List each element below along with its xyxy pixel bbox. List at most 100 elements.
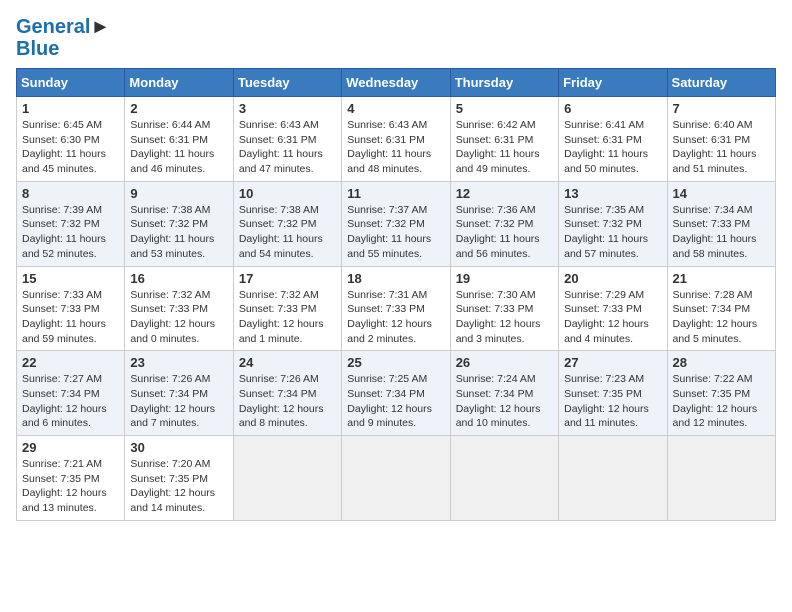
calendar-header-row: SundayMondayTuesdayWednesdayThursdayFrid… [17,69,776,97]
day-info: Sunrise: 7:38 AM Sunset: 7:32 PM Dayligh… [130,203,227,262]
day-number: 11 [347,186,444,201]
calendar-cell: 8 Sunrise: 7:39 AM Sunset: 7:32 PM Daylig… [17,181,125,266]
day-number: 29 [22,440,119,455]
day-number: 17 [239,271,336,286]
calendar-cell: 7 Sunrise: 6:40 AM Sunset: 6:31 PM Daylig… [667,97,775,182]
day-number: 18 [347,271,444,286]
day-number: 14 [673,186,770,201]
day-info: Sunrise: 7:21 AM Sunset: 7:35 PM Dayligh… [22,457,119,516]
calendar-week-row: 22 Sunrise: 7:27 AM Sunset: 7:34 PM Dayli… [17,351,776,436]
calendar-cell: 1 Sunrise: 6:45 AM Sunset: 6:30 PM Daylig… [17,97,125,182]
calendar-cell: 3 Sunrise: 6:43 AM Sunset: 6:31 PM Daylig… [233,97,341,182]
page-header: General► Blue [16,16,776,60]
day-info: Sunrise: 7:26 AM Sunset: 7:34 PM Dayligh… [130,372,227,431]
calendar-cell: 11 Sunrise: 7:37 AM Sunset: 7:32 PM Dayli… [342,181,450,266]
calendar-cell: 25 Sunrise: 7:25 AM Sunset: 7:34 PM Dayli… [342,351,450,436]
day-info: Sunrise: 7:24 AM Sunset: 7:34 PM Dayligh… [456,372,553,431]
day-number: 21 [673,271,770,286]
day-number: 15 [22,271,119,286]
day-number: 5 [456,101,553,116]
day-info: Sunrise: 7:23 AM Sunset: 7:35 PM Dayligh… [564,372,661,431]
calendar-cell: 12 Sunrise: 7:36 AM Sunset: 7:32 PM Dayli… [450,181,558,266]
day-info: Sunrise: 7:20 AM Sunset: 7:35 PM Dayligh… [130,457,227,516]
calendar-cell: 15Sunrise: 7:33 AM Sunset: 7:33 PM Dayli… [17,266,125,351]
calendar-cell: 4 Sunrise: 6:43 AM Sunset: 6:31 PM Daylig… [342,97,450,182]
day-info: Sunrise: 7:26 AM Sunset: 7:34 PM Dayligh… [239,372,336,431]
day-info: Sunrise: 6:44 AM Sunset: 6:31 PM Dayligh… [130,118,227,177]
day-number: 9 [130,186,227,201]
day-info: Sunrise: 7:39 AM Sunset: 7:32 PM Dayligh… [22,203,119,262]
day-number: 1 [22,101,119,116]
calendar-cell: 20 Sunrise: 7:29 AM Sunset: 7:33 PM Dayli… [559,266,667,351]
calendar-cell [450,436,558,521]
day-info: Sunrise: 7:30 AM Sunset: 7:33 PM Dayligh… [456,288,553,347]
col-header-monday: Monday [125,69,233,97]
day-number: 25 [347,355,444,370]
calendar-cell: 22 Sunrise: 7:27 AM Sunset: 7:34 PM Dayli… [17,351,125,436]
day-number: 12 [456,186,553,201]
day-info: Sunrise: 7:28 AM Sunset: 7:34 PM Dayligh… [673,288,770,347]
calendar-cell: 5Sunrise: 6:42 AM Sunset: 6:31 PM Daylig… [450,97,558,182]
day-number: 16 [130,271,227,286]
day-number: 24 [239,355,336,370]
day-info: Sunrise: 7:27 AM Sunset: 7:34 PM Dayligh… [22,372,119,431]
calendar-week-row: 29 Sunrise: 7:21 AM Sunset: 7:35 PM Dayli… [17,436,776,521]
calendar-cell [342,436,450,521]
day-info: Sunrise: 7:32 AM Sunset: 7:33 PM Dayligh… [130,288,227,347]
day-number: 22 [22,355,119,370]
calendar-cell [667,436,775,521]
calendar-cell: 21 Sunrise: 7:28 AM Sunset: 7:34 PM Dayli… [667,266,775,351]
day-number: 7 [673,101,770,116]
day-number: 26 [456,355,553,370]
day-info: Sunrise: 7:37 AM Sunset: 7:32 PM Dayligh… [347,203,444,262]
day-number: 23 [130,355,227,370]
day-number: 30 [130,440,227,455]
calendar-cell [559,436,667,521]
day-info: Sunrise: 7:32 AM Sunset: 7:33 PM Dayligh… [239,288,336,347]
day-info: Sunrise: 7:25 AM Sunset: 7:34 PM Dayligh… [347,372,444,431]
calendar-week-row: 15Sunrise: 7:33 AM Sunset: 7:33 PM Dayli… [17,266,776,351]
day-info: Sunrise: 7:36 AM Sunset: 7:32 PM Dayligh… [456,203,553,262]
day-info: Sunrise: 6:43 AM Sunset: 6:31 PM Dayligh… [239,118,336,177]
day-number: 4 [347,101,444,116]
calendar-cell: 24 Sunrise: 7:26 AM Sunset: 7:34 PM Dayli… [233,351,341,436]
calendar-cell: 28 Sunrise: 7:22 AM Sunset: 7:35 PM Dayli… [667,351,775,436]
day-number: 2 [130,101,227,116]
day-info: Sunrise: 7:38 AM Sunset: 7:32 PM Dayligh… [239,203,336,262]
col-header-tuesday: Tuesday [233,69,341,97]
calendar-cell: 16 Sunrise: 7:32 AM Sunset: 7:33 PM Dayli… [125,266,233,351]
col-header-wednesday: Wednesday [342,69,450,97]
calendar-cell: 6Sunrise: 6:41 AM Sunset: 6:31 PM Daylig… [559,97,667,182]
calendar-cell: 13 Sunrise: 7:35 AM Sunset: 7:32 PM Dayli… [559,181,667,266]
calendar-table: SundayMondayTuesdayWednesdayThursdayFrid… [16,68,776,521]
logo-text: General► [16,16,110,38]
calendar-cell: 26 Sunrise: 7:24 AM Sunset: 7:34 PM Dayli… [450,351,558,436]
day-number: 3 [239,101,336,116]
col-header-saturday: Saturday [667,69,775,97]
day-number: 20 [564,271,661,286]
day-info: Sunrise: 6:43 AM Sunset: 6:31 PM Dayligh… [347,118,444,177]
calendar-week-row: 1 Sunrise: 6:45 AM Sunset: 6:30 PM Daylig… [17,97,776,182]
day-info: Sunrise: 7:22 AM Sunset: 7:35 PM Dayligh… [673,372,770,431]
day-info: Sunrise: 6:45 AM Sunset: 6:30 PM Dayligh… [22,118,119,177]
col-header-thursday: Thursday [450,69,558,97]
calendar-cell: 9 Sunrise: 7:38 AM Sunset: 7:32 PM Daylig… [125,181,233,266]
calendar-cell: 27 Sunrise: 7:23 AM Sunset: 7:35 PM Dayli… [559,351,667,436]
day-info: Sunrise: 6:40 AM Sunset: 6:31 PM Dayligh… [673,118,770,177]
calendar-cell: 10Sunrise: 7:38 AM Sunset: 7:32 PM Dayli… [233,181,341,266]
day-number: 8 [22,186,119,201]
col-header-sunday: Sunday [17,69,125,97]
calendar-cell: 23 Sunrise: 7:26 AM Sunset: 7:34 PM Dayli… [125,351,233,436]
day-number: 27 [564,355,661,370]
calendar-cell: 2 Sunrise: 6:44 AM Sunset: 6:31 PM Daylig… [125,97,233,182]
day-number: 28 [673,355,770,370]
calendar-week-row: 8 Sunrise: 7:39 AM Sunset: 7:32 PM Daylig… [17,181,776,266]
calendar-cell: 19Sunrise: 7:30 AM Sunset: 7:33 PM Dayli… [450,266,558,351]
day-info: Sunrise: 7:35 AM Sunset: 7:32 PM Dayligh… [564,203,661,262]
calendar-cell: 29 Sunrise: 7:21 AM Sunset: 7:35 PM Dayli… [17,436,125,521]
day-number: 13 [564,186,661,201]
day-info: Sunrise: 7:31 AM Sunset: 7:33 PM Dayligh… [347,288,444,347]
logo: General► Blue [16,16,110,60]
day-info: Sunrise: 7:29 AM Sunset: 7:33 PM Dayligh… [564,288,661,347]
day-info: Sunrise: 6:41 AM Sunset: 6:31 PM Dayligh… [564,118,661,177]
